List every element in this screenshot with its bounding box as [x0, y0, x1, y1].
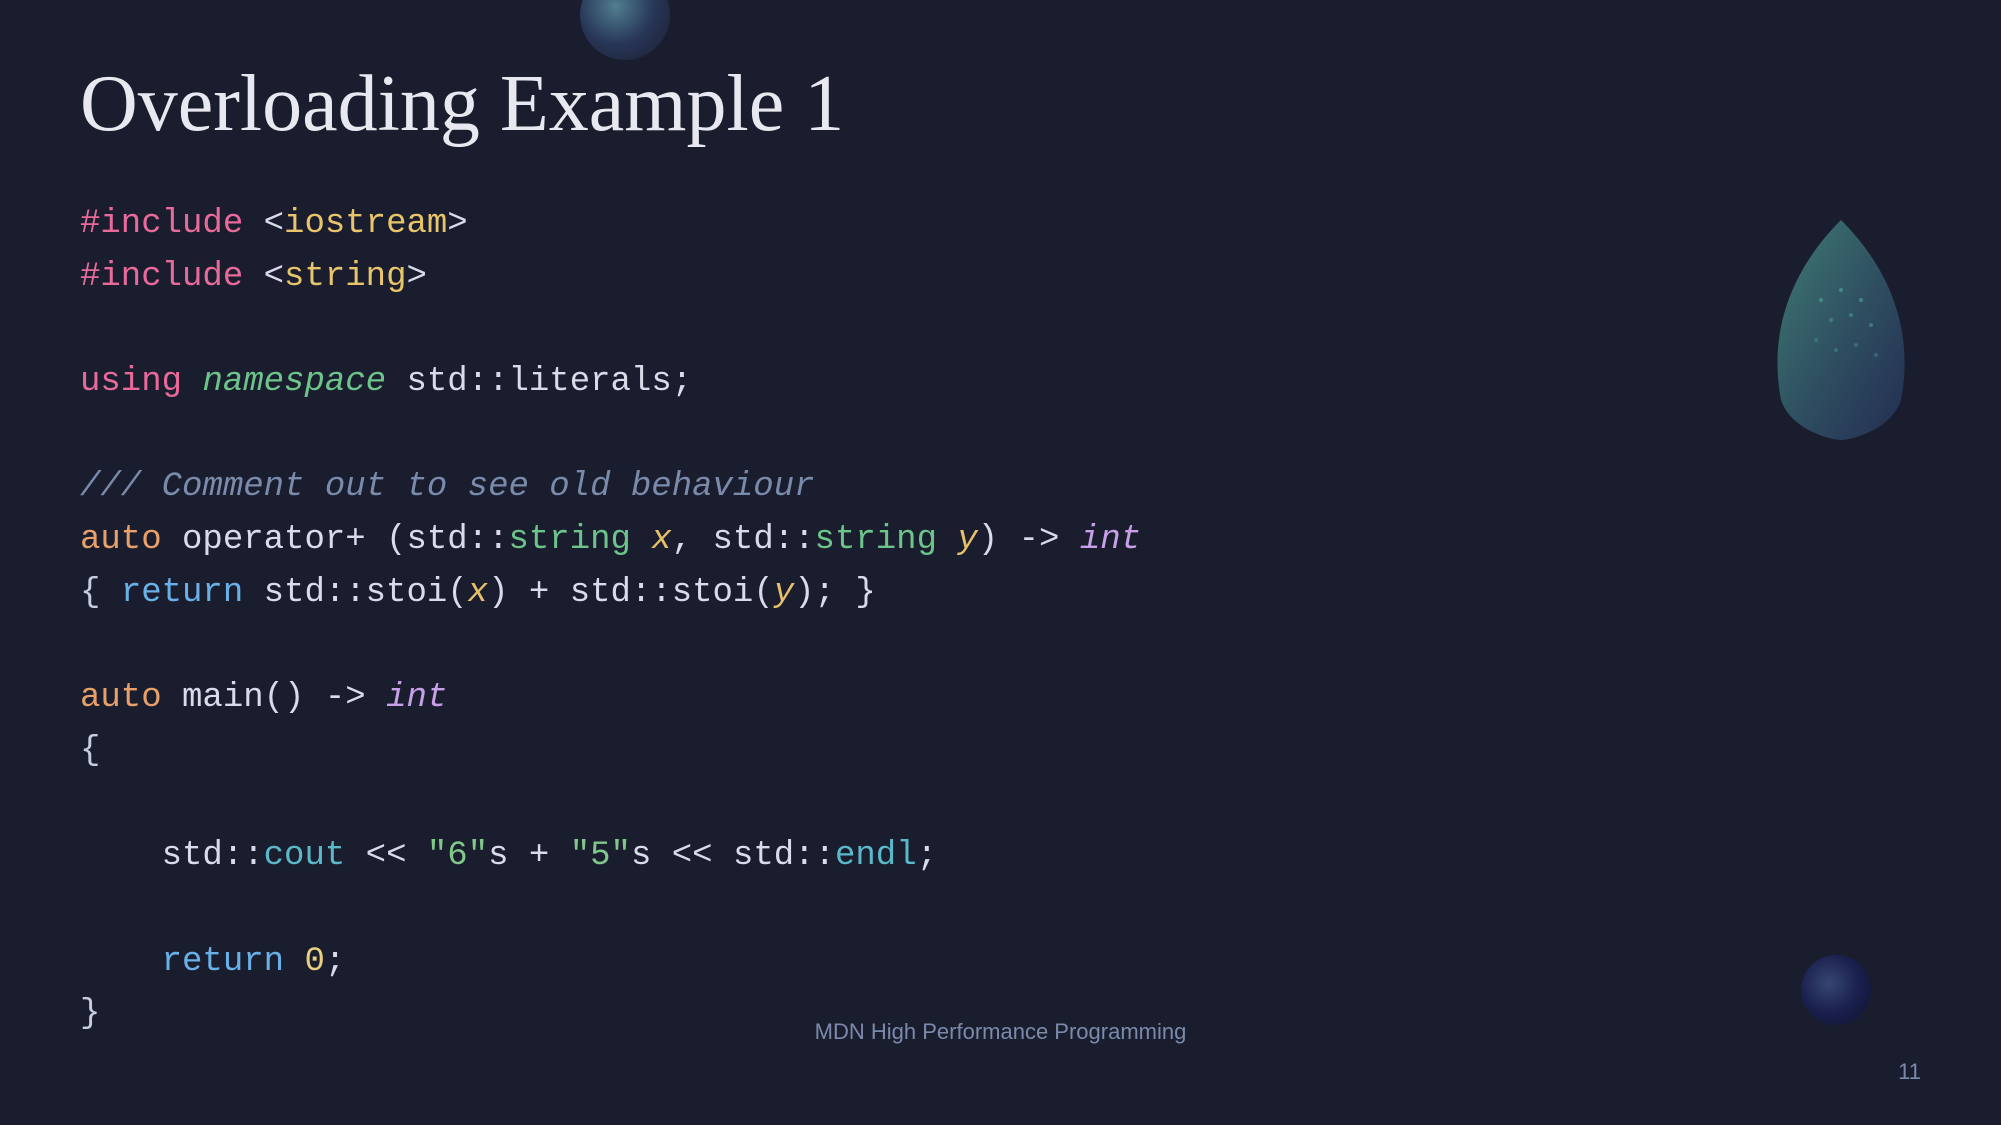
footer-page-number: 11 [1898, 1059, 1921, 1085]
footer-center: MDN High Performance Programming [815, 1019, 1187, 1045]
code-line-operator: auto operator+ (std::string x, std::stri… [80, 514, 1921, 567]
code-line-cout: std::cout << "6"s + "5"s << std::endl; [80, 830, 1921, 883]
code-line-include2: #include <string> [80, 251, 1921, 304]
code-line-open-brace: { [80, 725, 1921, 778]
code-empty-4 [80, 778, 1921, 831]
code-line-using: using namespace std::literals; [80, 356, 1921, 409]
footer: MDN High Performance Programming 11 [0, 1059, 2001, 1085]
code-empty-2 [80, 409, 1921, 462]
slide-title: Overloading Example 1 [80, 60, 1921, 148]
code-block: #include <iostream> #include <string> us… [80, 198, 1921, 1041]
code-line-include1: #include <iostream> [80, 198, 1921, 251]
deco-circle-top [580, 0, 670, 60]
code-empty-1 [80, 303, 1921, 356]
code-empty-3 [80, 620, 1921, 673]
deco-shape-right [1761, 220, 1921, 440]
code-line-main: auto main() -> int [80, 672, 1921, 725]
code-line-operator-body: { return std::stoi(x) + std::stoi(y); } [80, 567, 1921, 620]
deco-circle-bottom-right [1801, 955, 1871, 1025]
code-line-return: return 0; [80, 936, 1921, 989]
code-empty-5 [80, 883, 1921, 936]
code-line-comment: /// Comment out to see old behaviour [80, 461, 1921, 514]
slide: Overloading Example 1 #include <iostream… [0, 0, 2001, 1125]
